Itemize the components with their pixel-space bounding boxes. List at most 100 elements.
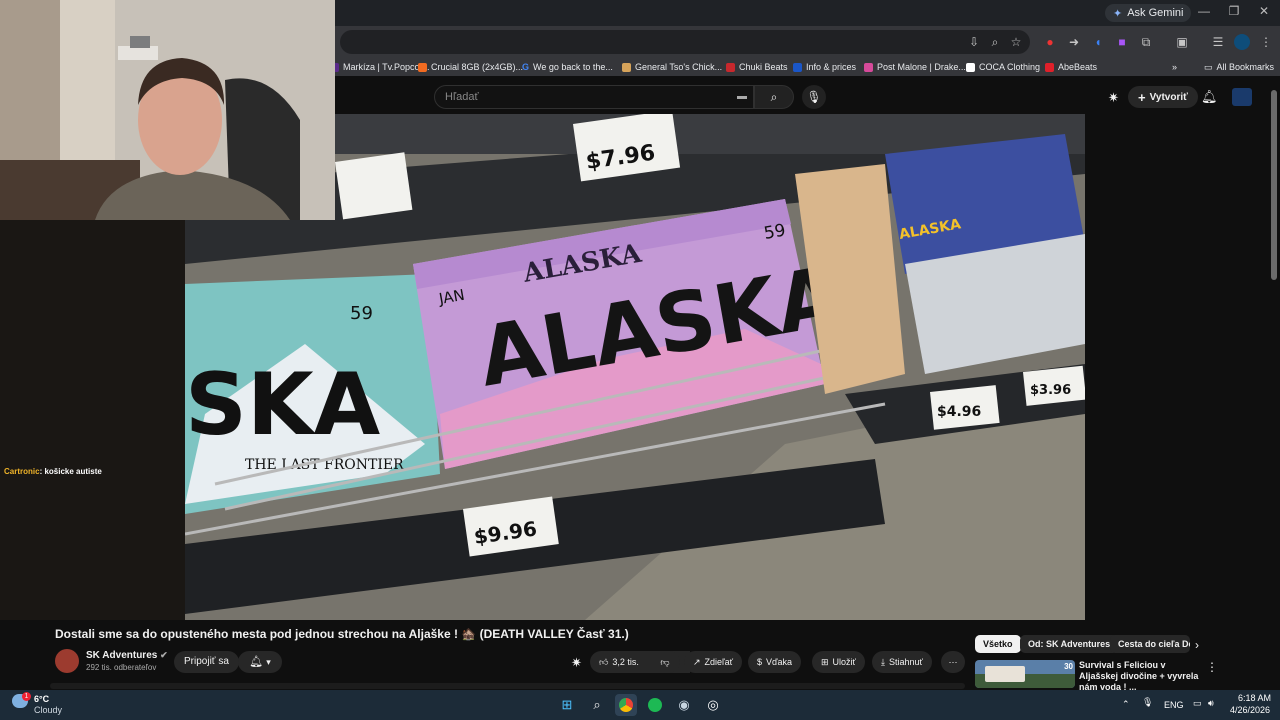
chip-related[interactable]: Cesta do cieľa Do <box>1110 635 1190 653</box>
sparkle-icon[interactable]: ✷ <box>1108 90 1119 106</box>
obs-icon[interactable]: ◎ <box>702 694 724 716</box>
address-bar[interactable] <box>340 30 1030 54</box>
gemini-icon: ✦ <box>1113 7 1123 20</box>
recommended-title[interactable]: Survival s Feliciou v Aljašskej divočine… <box>1079 660 1201 693</box>
search-input[interactable]: Hľadať ▬ <box>434 85 754 109</box>
notifications-bell-icon[interactable]: 🔔︎ <box>1201 89 1218 105</box>
bookmarks-overflow-button[interactable]: » <box>1172 59 1177 75</box>
bookmark-item[interactable]: General Tso's Chick... <box>622 59 722 75</box>
reading-list-icon[interactable]: ☰ <box>1210 34 1226 50</box>
bookmark-item[interactable]: AbeBeats <box>1045 59 1097 75</box>
bookmark-favicon <box>1045 62 1054 72</box>
verified-icon: ✔ <box>160 650 168 660</box>
svg-text:$4.96: $4.96 <box>937 404 981 420</box>
bookmark-item[interactable]: Post Malone | Drake... <box>864 59 966 75</box>
page-scrollbar[interactable] <box>1271 90 1277 280</box>
save-button[interactable]: ⊞ Uložiť <box>812 651 865 673</box>
svg-text:59: 59 <box>762 220 787 243</box>
dislike-button[interactable]: 👎︎ <box>650 651 680 673</box>
video-title: Dostali sme sa do opusteného mesta pod j… <box>55 627 629 641</box>
channel-name[interactable]: SK Adventures ✔ <box>86 650 168 661</box>
join-button[interactable]: Pripojiť sa <box>174 651 239 673</box>
restore-icon[interactable]: ❐ <box>1220 4 1248 22</box>
extension-red-icon[interactable]: ● <box>1042 34 1058 50</box>
microphone-icon[interactable]: 🎙 <box>1142 697 1153 708</box>
bookmark-favicon <box>418 62 427 72</box>
channel-name-text: SK Adventures <box>86 650 158 661</box>
close-icon[interactable]: ✕ <box>1250 4 1278 22</box>
more-actions-button[interactable]: ⋯ <box>941 651 965 673</box>
bookmark-label: Info & prices <box>806 62 857 72</box>
thanks-icon: $ <box>757 657 763 667</box>
bookmark-item[interactable]: Info & prices <box>793 59 856 75</box>
bookmark-star-icon[interactable]: ☆ <box>1008 34 1024 50</box>
tray-overflow-icon[interactable]: ⌃ <box>1122 699 1130 710</box>
language-indicator[interactable]: ENG <box>1164 700 1184 710</box>
download-button[interactable]: ⤓ Stiahnuť <box>872 651 932 673</box>
subscribe-notifications-button[interactable]: 🔔︎ ▾ <box>238 651 282 673</box>
download-icon: ⤓ <box>881 656 885 667</box>
browser-menu-icon[interactable]: ⋮ <box>1258 34 1274 50</box>
chip-channel[interactable]: Od: SK Adventures <box>1020 635 1119 653</box>
bookmark-favicon <box>864 62 873 72</box>
bookmark-item[interactable]: Chuki Beats <box>726 59 788 75</box>
steam-icon[interactable]: ◉ <box>673 694 695 716</box>
zoom-icon[interactable]: ⌕ <box>987 34 1003 50</box>
weather-badge: 1 <box>22 692 31 701</box>
windows-start-icon[interactable]: ⊞ <box>556 694 578 716</box>
all-bookmarks-button[interactable]: ▭ All Bookmarks <box>1204 59 1274 75</box>
keyboard-icon[interactable]: ▬ <box>737 91 747 102</box>
minimize-icon[interactable]: — <box>1190 4 1218 22</box>
sparkle-ask-icon[interactable]: ✷ <box>571 655 582 671</box>
create-button[interactable]: + Vytvoriť <box>1128 86 1198 108</box>
chat-username: Cartronic <box>4 467 40 476</box>
bell-icon: 🔔︎ <box>249 656 264 668</box>
chevron-right-icon: » <box>1172 62 1178 72</box>
mic-icon: 🎙 <box>806 90 822 104</box>
thanks-button[interactable]: $ Vďaka <box>748 651 802 673</box>
subscriber-count: 292 tis. odberateľov <box>86 663 157 672</box>
thumbs-down-icon: 👎︎ <box>660 656 670 667</box>
share-button[interactable]: ↗ Zdieľať <box>684 651 743 673</box>
profile-avatar[interactable] <box>1234 34 1250 50</box>
bookmark-label: Markíza | Tv.Popcor... <box>343 62 430 72</box>
search-button[interactable]: ⌕ <box>754 85 794 109</box>
volume-icon[interactable]: 🔊︎ <box>1208 698 1214 709</box>
extension-audio-icon[interactable]: ◖ <box>1090 34 1106 50</box>
description-box-edge <box>50 683 965 689</box>
extension-purple-icon[interactable]: ■ <box>1114 34 1130 50</box>
bookmark-label: Chuki Beats <box>739 62 788 72</box>
recommended-thumbnail[interactable]: 30 <box>975 660 1075 688</box>
chevron-down-icon: ▾ <box>266 657 271 667</box>
recommended-menu-icon[interactable]: ⋮ <box>1206 660 1218 674</box>
spotify-icon[interactable] <box>644 694 666 716</box>
chips-next-chevron-icon[interactable]: › <box>1195 638 1199 652</box>
tab-search-icon[interactable]: ▣ <box>1174 34 1190 50</box>
install-app-icon[interactable]: ⇩ <box>966 34 982 50</box>
extensions-puzzle-icon[interactable]: ⧉ <box>1138 34 1154 50</box>
weather-temperature[interactable]: 6°C <box>34 694 49 704</box>
bookmark-item[interactable]: COCA Clothing <box>966 59 1040 75</box>
channel-avatar[interactable] <box>1232 88 1252 106</box>
svg-text:59: 59 <box>350 303 373 324</box>
extension-arrow-icon[interactable]: ➜ <box>1066 34 1082 50</box>
search-icon[interactable]: ⌕ <box>586 694 608 716</box>
bookmark-item[interactable]: Markíza | Tv.Popcor... <box>330 59 430 75</box>
bookmark-item[interactable]: G We go back to the... <box>522 59 613 75</box>
bookmark-item[interactable]: Crucial 8GB (2x4GB)... <box>418 59 523 75</box>
weather-condition[interactable]: Cloudy <box>34 705 62 715</box>
create-label: Vytvoriť <box>1149 91 1188 103</box>
ask-gemini-button[interactable]: ✦ Ask Gemini <box>1105 4 1192 22</box>
voice-search-button[interactable]: 🎙 <box>802 85 826 109</box>
channel-avatar[interactable] <box>55 649 79 673</box>
bookmark-label: General Tso's Chick... <box>635 62 723 72</box>
svg-text:$3.96: $3.96 <box>1030 383 1071 398</box>
search-placeholder: Hľadať <box>445 91 479 103</box>
clock-date[interactable]: 4/26/2026 <box>1230 705 1270 715</box>
share-label: Zdieľať <box>704 657 734 667</box>
chip-all[interactable]: Všetko <box>975 635 1021 653</box>
network-icon[interactable]: ▭ <box>1193 698 1202 709</box>
chrome-icon[interactable] <box>615 694 637 716</box>
bookmark-label: COCA Clothing <box>979 62 1041 72</box>
clock-time[interactable]: 6:18 AM <box>1238 693 1271 703</box>
